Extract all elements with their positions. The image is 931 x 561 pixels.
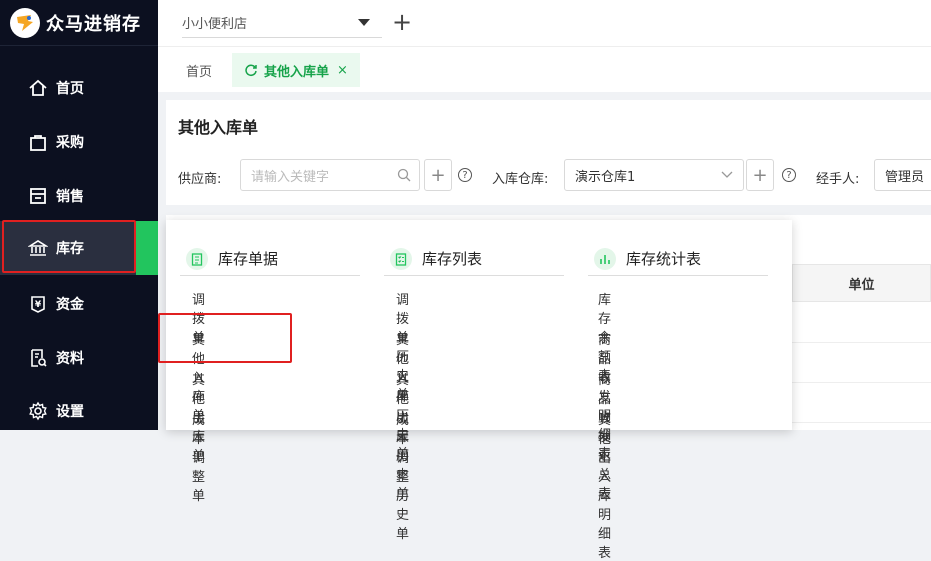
sidebar-item-label: 首页 xyxy=(56,81,84,97)
supplier-input[interactable]: 请输入关键字 xyxy=(240,159,420,191)
inventory-mega-menu: 库存单据 调拨单 其他入库单 其他出库单 成本调整单 库存列表 调拨单历史单 其… xyxy=(166,220,792,561)
help-icon[interactable]: ? xyxy=(782,168,796,182)
sidebar-item-label: 采购 xyxy=(56,135,84,151)
caret-down-icon xyxy=(358,19,370,26)
add-store-button[interactable]: + xyxy=(392,10,412,34)
logo-icon xyxy=(10,7,40,38)
menu-item-other-io-detail[interactable]: 其他出入库明细表 xyxy=(598,409,611,561)
sidebar-item-sales[interactable]: 销售 xyxy=(0,169,158,223)
help-icon[interactable]: ? xyxy=(458,168,472,182)
app-name: 众马进销存 xyxy=(46,13,141,35)
warehouse-value: 演示仓库1 xyxy=(575,169,636,185)
sidebar-item-label: 库存 xyxy=(56,241,84,257)
sidebar-item-label: 销售 xyxy=(56,189,84,205)
yen-icon: ¥ xyxy=(31,296,45,313)
checklist-icon xyxy=(390,247,412,270)
active-indicator xyxy=(136,221,158,275)
add-warehouse-button[interactable]: + xyxy=(746,159,774,191)
store-select[interactable]: 小小便利店 xyxy=(182,8,382,38)
tab-other-inbound[interactable]: 其他入库单 × xyxy=(232,53,360,87)
chevron-down-icon xyxy=(721,171,733,178)
menu-item-cost-adjust[interactable]: 成本调整单 xyxy=(192,409,205,504)
menu-column-header: 库存统计表 xyxy=(588,242,768,276)
menu-column-title: 库存单据 xyxy=(218,250,279,268)
plus-icon: + xyxy=(752,164,768,186)
doc-search-icon xyxy=(31,349,47,367)
sidebar-item-inventory[interactable]: 库存 xyxy=(0,221,158,275)
app-logo[interactable]: 众马进销存 xyxy=(0,0,158,46)
search-icon[interactable] xyxy=(397,168,411,182)
warehouse-select[interactable]: 演示仓库1 xyxy=(564,159,744,191)
sidebar-item-home[interactable]: 首页 xyxy=(0,61,158,115)
supplier-placeholder: 请输入关键字 xyxy=(251,169,330,185)
table-row xyxy=(792,342,931,343)
clipboard-icon xyxy=(186,247,208,270)
sidebar-item-label: 资料 xyxy=(56,351,84,367)
unit-column-header: 单位 xyxy=(792,264,931,302)
sidebar: 众马进销存 首页 采购 销售 库存 ¥ 资金 资料 设置 xyxy=(0,0,158,430)
section-divider xyxy=(166,205,931,215)
handler-label: 经手人: xyxy=(816,172,860,187)
menu-column-header: 库存单据 xyxy=(180,242,360,276)
close-icon[interactable]: × xyxy=(337,63,348,78)
svg-text:¥: ¥ xyxy=(35,300,42,310)
refresh-icon[interactable] xyxy=(244,63,258,77)
sidebar-item-purchase[interactable]: 采购 xyxy=(0,115,158,169)
topbar: 小小便利店 + xyxy=(158,0,931,46)
tab-bar: 首页 其他入库单 × xyxy=(158,46,931,92)
sidebar-item-label: 设置 xyxy=(56,404,84,420)
table-row xyxy=(792,382,931,383)
table-row xyxy=(792,422,931,423)
tab-label: 首页 xyxy=(186,64,213,80)
menu-column-title: 库存统计表 xyxy=(626,250,702,268)
tab-label: 其他入库单 xyxy=(264,64,330,80)
sidebar-item-label: 资金 xyxy=(56,297,84,313)
handler-select[interactable]: 管理员 xyxy=(874,159,931,191)
sidebar-item-data[interactable]: 资料 xyxy=(0,331,158,385)
menu-column-header: 库存列表 xyxy=(384,242,564,276)
gear-icon xyxy=(29,401,47,421)
menu-item-cost-adjust-history[interactable]: 成本调整历史单 xyxy=(396,409,409,542)
bag-icon xyxy=(30,135,46,151)
page-title: 其他入库单 xyxy=(178,118,259,137)
warehouse-label: 入库仓库: xyxy=(492,172,549,187)
store-icon xyxy=(30,188,46,204)
supplier-label: 供应商: xyxy=(178,172,222,187)
store-select-value: 小小便利店 xyxy=(182,17,248,32)
home-icon xyxy=(29,79,47,96)
tab-home[interactable]: 首页 xyxy=(174,53,224,87)
bar-chart-icon xyxy=(594,247,616,270)
menu-column-title: 库存列表 xyxy=(422,250,483,268)
add-supplier-button[interactable]: + xyxy=(424,159,452,191)
sidebar-item-funds[interactable]: ¥ 资金 xyxy=(0,277,158,331)
plus-icon: + xyxy=(430,164,446,186)
handler-value: 管理员 xyxy=(885,169,925,185)
bank-icon xyxy=(28,240,48,256)
